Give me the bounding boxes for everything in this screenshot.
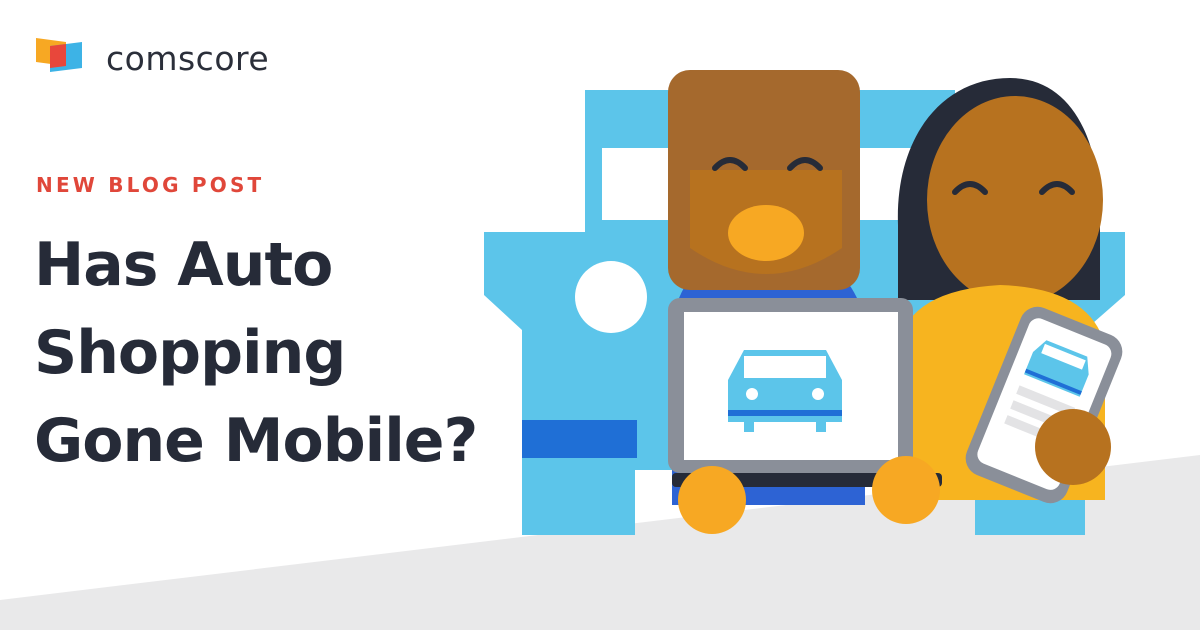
- post-title-line-3: Gone Mobile?: [34, 406, 478, 476]
- man-left-hand: [678, 466, 746, 534]
- comscore-logo[interactable]: comscore: [34, 36, 269, 80]
- post-title[interactable]: Has Auto Shopping Gone Mobile?: [34, 221, 478, 485]
- auto-shopping-illustration: [484, 70, 1125, 535]
- post-title-line-2: Shopping: [34, 318, 346, 388]
- post-title-line-1: Has Auto: [34, 230, 333, 300]
- man-right-hand: [872, 456, 940, 524]
- post-kicker: NEW BLOG POST: [36, 173, 265, 197]
- woman-hand: [1035, 409, 1111, 485]
- logo-wordmark: comscore: [106, 38, 270, 78]
- comscore-logo-icon: [36, 38, 82, 72]
